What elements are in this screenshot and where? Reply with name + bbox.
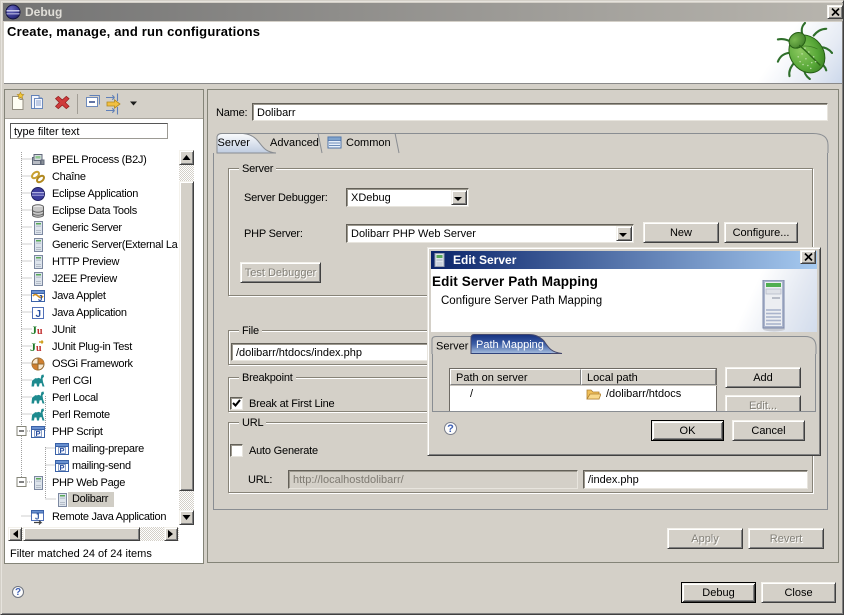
svg-text:Server: Server bbox=[218, 137, 251, 149]
svg-text:Path Mapping: Path Mapping bbox=[476, 339, 544, 351]
svg-text:Advanced: Advanced bbox=[270, 137, 319, 149]
svg-text:Server: Server bbox=[436, 341, 469, 353]
svg-text:Common: Common bbox=[346, 137, 391, 149]
